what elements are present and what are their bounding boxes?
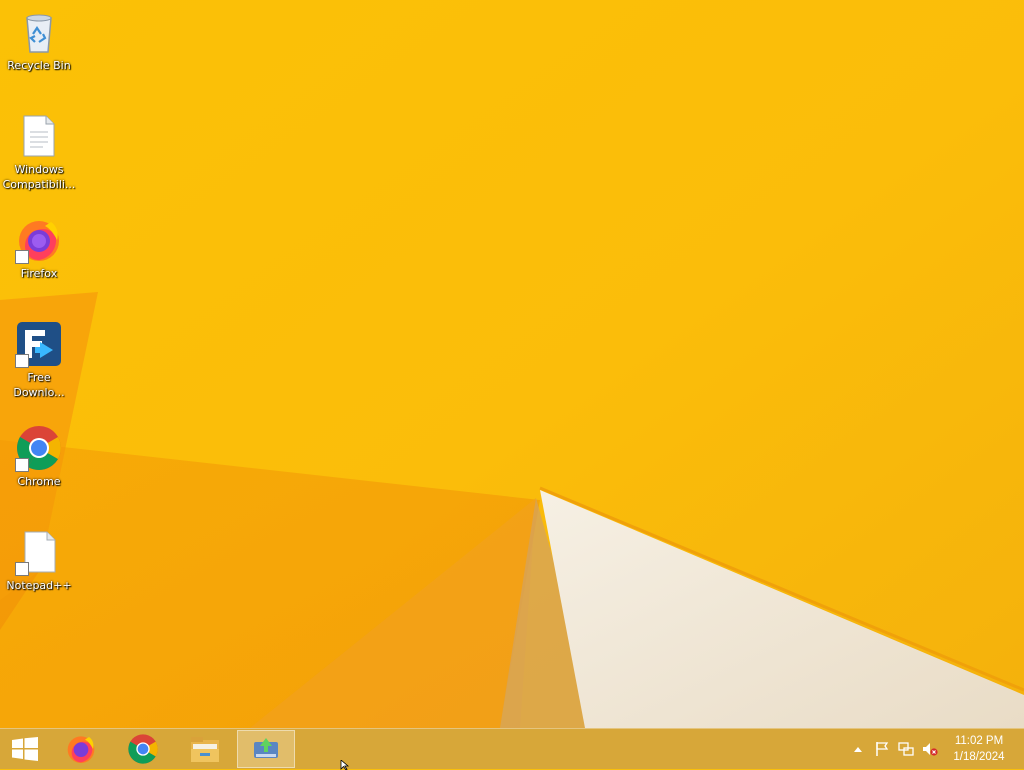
- action-center-flag-icon[interactable]: [874, 741, 890, 757]
- desktop-icon-free-download-manager[interactable]: Free Downlo...: [0, 314, 78, 410]
- desktop-icon-notepadpp[interactable]: Notepad++: [0, 522, 78, 618]
- file-explorer-icon: [191, 737, 219, 762]
- clock-time: 11:02 PM: [954, 735, 1004, 747]
- start-button[interactable]: [0, 730, 50, 768]
- desktop-icon-recycle-bin[interactable]: Recycle Bin: [0, 2, 78, 98]
- desktop-icon-label: Notepad++: [6, 579, 72, 592]
- chrome-icon: [15, 424, 63, 472]
- firefox-icon: [67, 736, 95, 763]
- notepadpp-icon: [15, 528, 63, 576]
- desktop-icon-label: Chrome: [17, 475, 61, 488]
- desktop-icon-label: Windows Compatibili...: [2, 163, 76, 191]
- desktop-icon-label: Firefox: [20, 267, 58, 280]
- desktop-icon-chrome[interactable]: Chrome: [0, 418, 78, 514]
- free-download-manager-icon: [15, 320, 63, 368]
- shortcut-arrow-icon: [15, 562, 29, 576]
- taskbar-firefox-button[interactable]: [52, 730, 110, 768]
- volume-muted-icon[interactable]: [922, 741, 938, 757]
- mouse-cursor-icon: [340, 760, 350, 770]
- desktop-icon-firefox[interactable]: Firefox: [0, 210, 78, 306]
- taskbar-chrome-button[interactable]: [114, 730, 172, 768]
- taskbar-file-explorer-button[interactable]: [176, 730, 234, 768]
- taskbar: 11:02 PM 1/18/2024: [0, 728, 1024, 769]
- chrome-icon: [128, 734, 158, 764]
- system-tray: 11:02 PM 1/18/2024: [846, 729, 1024, 769]
- free-download-manager-icon: [254, 738, 278, 758]
- network-icon[interactable]: [898, 741, 914, 757]
- shortcut-arrow-icon: [15, 354, 29, 368]
- firefox-icon: [15, 216, 63, 264]
- shortcut-arrow-icon: [15, 250, 29, 264]
- show-hidden-icons-chevron-icon[interactable]: [850, 741, 866, 757]
- clock-date: 1/18/2024: [953, 751, 1005, 763]
- desktop-wallpaper: [0, 0, 1024, 728]
- taskbar-clock[interactable]: 11:02 PM 1/18/2024: [946, 733, 1012, 765]
- desktop-icon-label: Free Downlo...: [13, 371, 65, 399]
- windows-start-icon: [12, 737, 38, 761]
- shortcut-arrow-icon: [15, 458, 29, 472]
- recycle-bin-icon: [15, 8, 63, 56]
- document-icon: [15, 112, 63, 160]
- desktop-icon-area: Recycle Bin Windows Compatibili... Firef…: [0, 0, 78, 728]
- desktop-icon-label: Recycle Bin: [7, 59, 71, 72]
- desktop-icon-windows-compatibility[interactable]: Windows Compatibili...: [0, 106, 78, 202]
- taskbar-free-download-manager-button[interactable]: [237, 730, 295, 768]
